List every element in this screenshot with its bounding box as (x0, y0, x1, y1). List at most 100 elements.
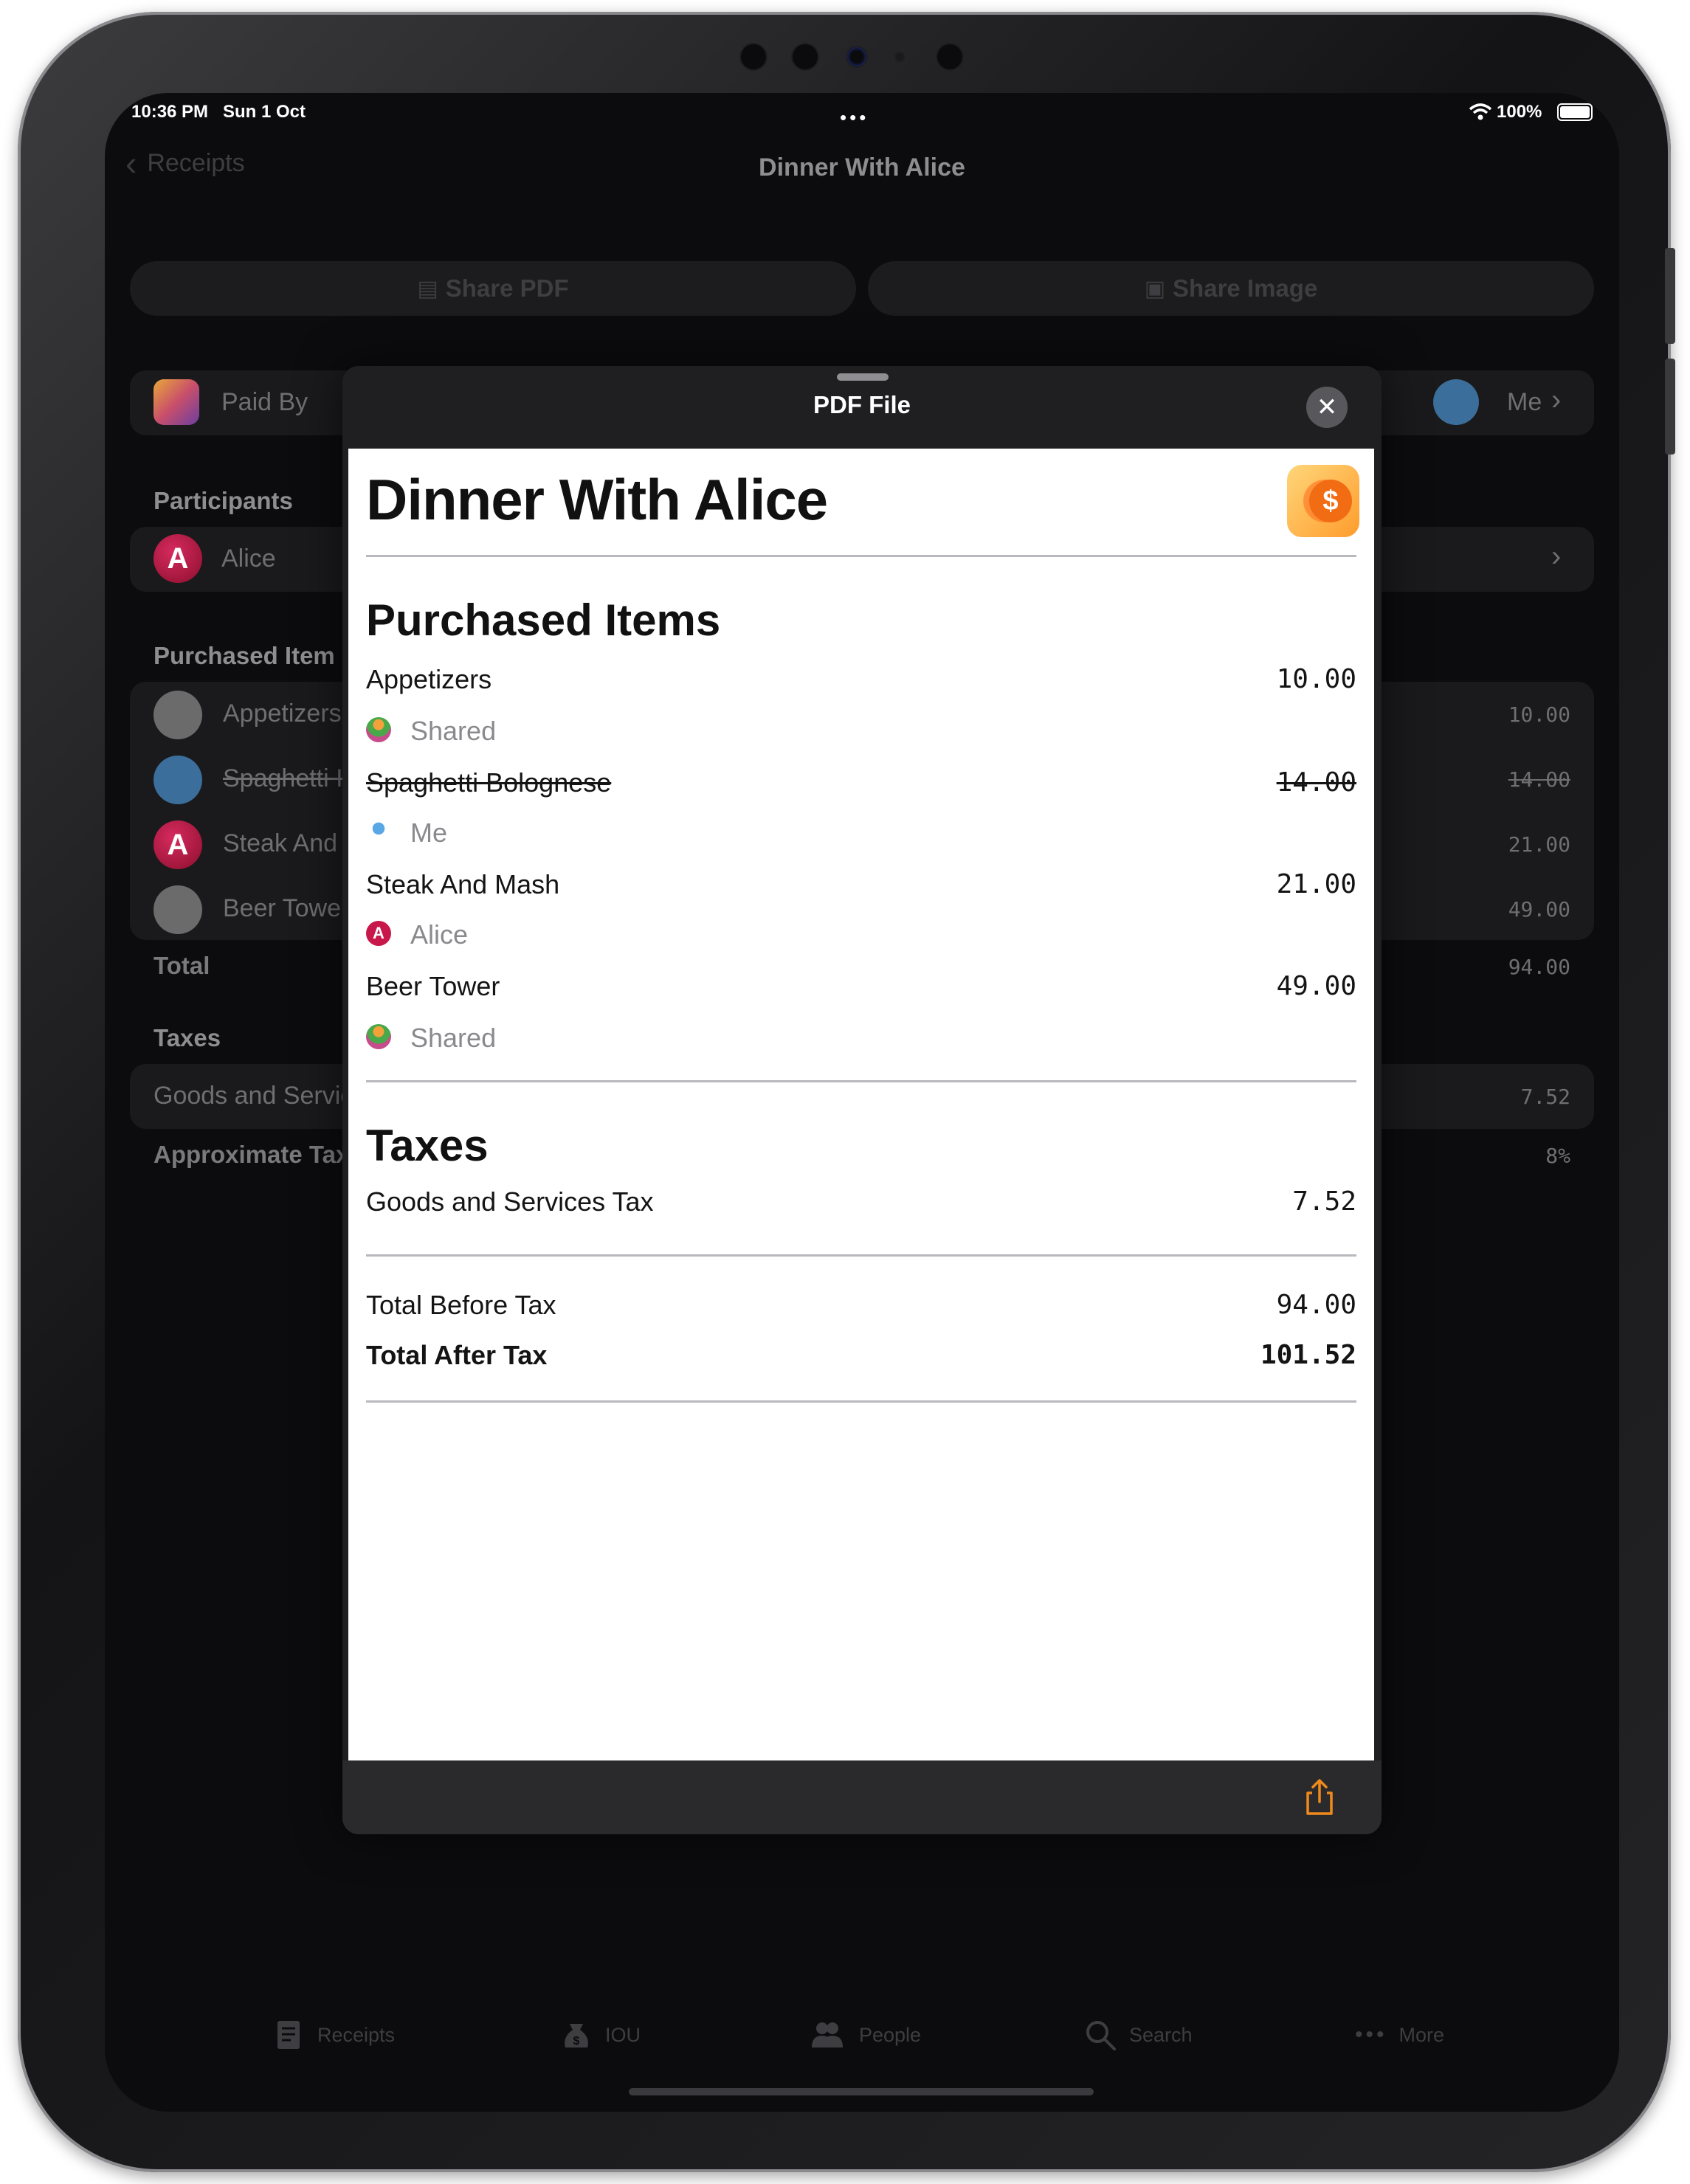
pdf-item-owner: Shared (410, 1023, 497, 1053)
paid-by-value: Me (1507, 388, 1542, 416)
total-label: Total (154, 952, 210, 979)
total-after-label: Total After Tax (366, 1340, 548, 1370)
me-avatar (154, 756, 202, 804)
pdf-tax-name: Goods and Services Tax (366, 1186, 654, 1217)
pdf-item-price: 49.00 (1276, 971, 1356, 1001)
item-label: Spaghetti I (223, 764, 343, 792)
item-value: 10.00 (1508, 702, 1570, 727)
tax-label: Goods and Servic (154, 1082, 353, 1110)
divider (366, 555, 1356, 557)
share-pdf-button[interactable]: ▤ Share PDF (130, 261, 856, 316)
share-image-label: Share Image (1173, 274, 1318, 302)
multitasking-dots-icon[interactable]: ••• (840, 106, 869, 129)
tab-receipts[interactable]: Receipts (272, 2013, 395, 2057)
purchased-items-header: Purchased Items (366, 595, 721, 645)
me-avatar (1433, 379, 1479, 425)
close-icon[interactable]: ✕ (1306, 387, 1348, 428)
item-label: Appetizers (223, 699, 342, 728)
battery-percent: 100% (1497, 102, 1542, 122)
tab-label: More (1398, 2023, 1445, 2046)
pdf-title: Dinner With Alice (366, 467, 828, 532)
device-screen: 10:36 PM Sun 1 Oct ••• 100% ‹ Receipts D… (105, 93, 1619, 2112)
item-label: Steak And (223, 829, 338, 857)
nav-title: Dinner With Alice (759, 153, 965, 182)
tab-label: IOU (605, 2023, 641, 2046)
tab-more[interactable]: ••• More (1355, 2013, 1444, 2057)
shared-icon (366, 1024, 391, 1049)
tab-people[interactable]: People (806, 2013, 921, 2057)
pdf-item-owner: Alice (410, 919, 469, 950)
status-time: 10:36 PM (131, 102, 209, 122)
money-bag-icon: $ (565, 2024, 588, 2048)
pdf-item-name: Beer Tower (366, 971, 500, 1001)
taxes-header: Taxes (154, 1024, 221, 1051)
total-before-label: Total Before Tax (366, 1290, 556, 1320)
alice-avatar: A (154, 820, 202, 869)
sheet-grabber[interactable] (837, 373, 889, 381)
share-pdf-label: Share PDF (445, 274, 569, 302)
receipt-app-icon (154, 379, 199, 425)
paid-by-label: Paid By (221, 388, 308, 416)
camera-array (741, 41, 992, 71)
approx-tax-value[interactable]: 8% (1545, 1144, 1570, 1168)
shared-icon (366, 717, 391, 742)
tab-label: People (859, 2023, 922, 2046)
sheet-toolbar (342, 1760, 1382, 1834)
pdf-item-owner: Me (410, 818, 448, 848)
chevron-right-icon: › (1551, 540, 1562, 573)
pdf-item-price: 21.00 (1276, 869, 1356, 899)
taxes-header: Taxes (366, 1121, 489, 1170)
share-image-button[interactable]: ▣ Share Image (868, 261, 1594, 316)
tab-search[interactable]: Search (1083, 2013, 1193, 2057)
alice-avatar: A (154, 534, 202, 583)
tab-label: Receipts (317, 2023, 396, 2046)
home-indicator[interactable] (629, 2088, 1094, 2095)
tab-iou[interactable]: $ IOU (559, 2013, 641, 2057)
pdf-item-name: Spaghetti Bolognese (366, 767, 612, 798)
people-icon (812, 2022, 843, 2048)
volume-down-button (1665, 359, 1675, 455)
sheet-title: PDF File (813, 391, 911, 418)
approx-tax-label: Approximate Tax (154, 1141, 350, 1168)
chevron-right-icon: › (1551, 384, 1562, 416)
item-label: Beer Towe (223, 894, 342, 922)
alice-avatar-icon: A (366, 921, 391, 946)
ipad-frame: 10:36 PM Sun 1 Oct ••• 100% ‹ Receipts D… (18, 12, 1675, 2172)
photo-icon: ▣ (1144, 276, 1166, 301)
tax-value: 7.52 (1520, 1085, 1570, 1109)
pdf-item-price: 10.00 (1276, 664, 1356, 694)
shared-avatar (154, 691, 202, 739)
divider (366, 1254, 1356, 1257)
dollar-coin-icon: $ (1287, 465, 1359, 537)
document-icon: ▤ (417, 276, 438, 301)
pdf-item-owner: Shared (410, 716, 497, 746)
pdf-item-price: 14.00 (1276, 767, 1356, 798)
search-icon (1086, 2021, 1116, 2050)
divider (366, 1080, 1356, 1082)
shared-avatar (154, 885, 202, 934)
item-value: 14.00 (1508, 767, 1570, 792)
me-avatar-icon (366, 819, 391, 844)
wifi-icon (1469, 103, 1492, 120)
pdf-item-name: Appetizers (366, 664, 492, 694)
svg-text:$: $ (573, 2035, 580, 2048)
pdf-page: Dinner With Alice $ Purchased Items Appe… (348, 449, 1374, 1760)
share-icon[interactable] (1299, 1777, 1340, 1818)
more-icon: ••• (1355, 2022, 1387, 2047)
battery-icon (1557, 103, 1593, 121)
status-date: Sun 1 Oct (223, 102, 306, 122)
total-before-value: 94.00 (1276, 1290, 1356, 1320)
pdf-item-name: Steak And Mash (366, 869, 560, 899)
receipt-icon (277, 2021, 300, 2049)
item-value: 49.00 (1508, 897, 1570, 922)
total-value: 94.00 (1508, 955, 1570, 979)
tab-label: Search (1129, 2023, 1193, 2046)
pdf-sheet: PDF File ✕ Dinner With Alice $ Purchased… (342, 366, 1382, 1834)
pdf-tax-price: 7.52 (1292, 1186, 1356, 1217)
divider (366, 1400, 1356, 1403)
volume-up-button (1665, 248, 1675, 344)
item-value: 21.00 (1508, 832, 1570, 857)
participants-header: Participants (154, 487, 293, 514)
total-after-value: 101.52 (1260, 1340, 1356, 1370)
participant-name: Alice (221, 545, 276, 573)
